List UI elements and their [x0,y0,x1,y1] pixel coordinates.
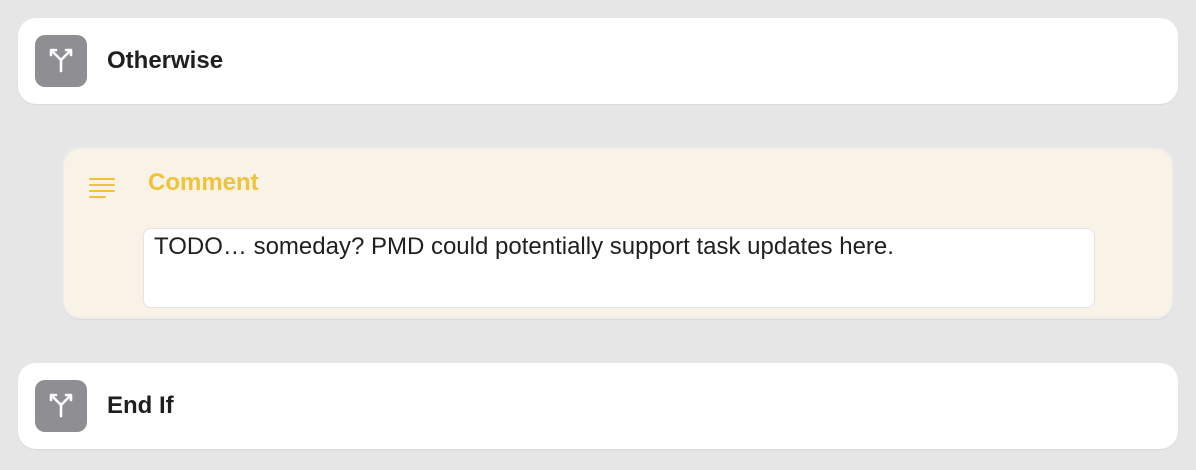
text-lines-icon [89,177,115,199]
branch-icon [35,35,87,87]
comment-text-field[interactable]: TODO… someday? PMD could potentially sup… [143,228,1095,308]
comment-title: Comment [148,169,259,196]
otherwise-action[interactable]: Otherwise [18,18,1178,104]
end-if-title: End If [107,392,174,419]
branch-glyph [49,48,73,73]
comment-action[interactable]: Comment TODO… someday? PMD could potenti… [62,147,1174,319]
branch-icon [35,380,87,432]
end-if-action[interactable]: End If [18,363,1178,449]
branch-glyph [49,393,73,418]
otherwise-title: Otherwise [107,47,224,74]
